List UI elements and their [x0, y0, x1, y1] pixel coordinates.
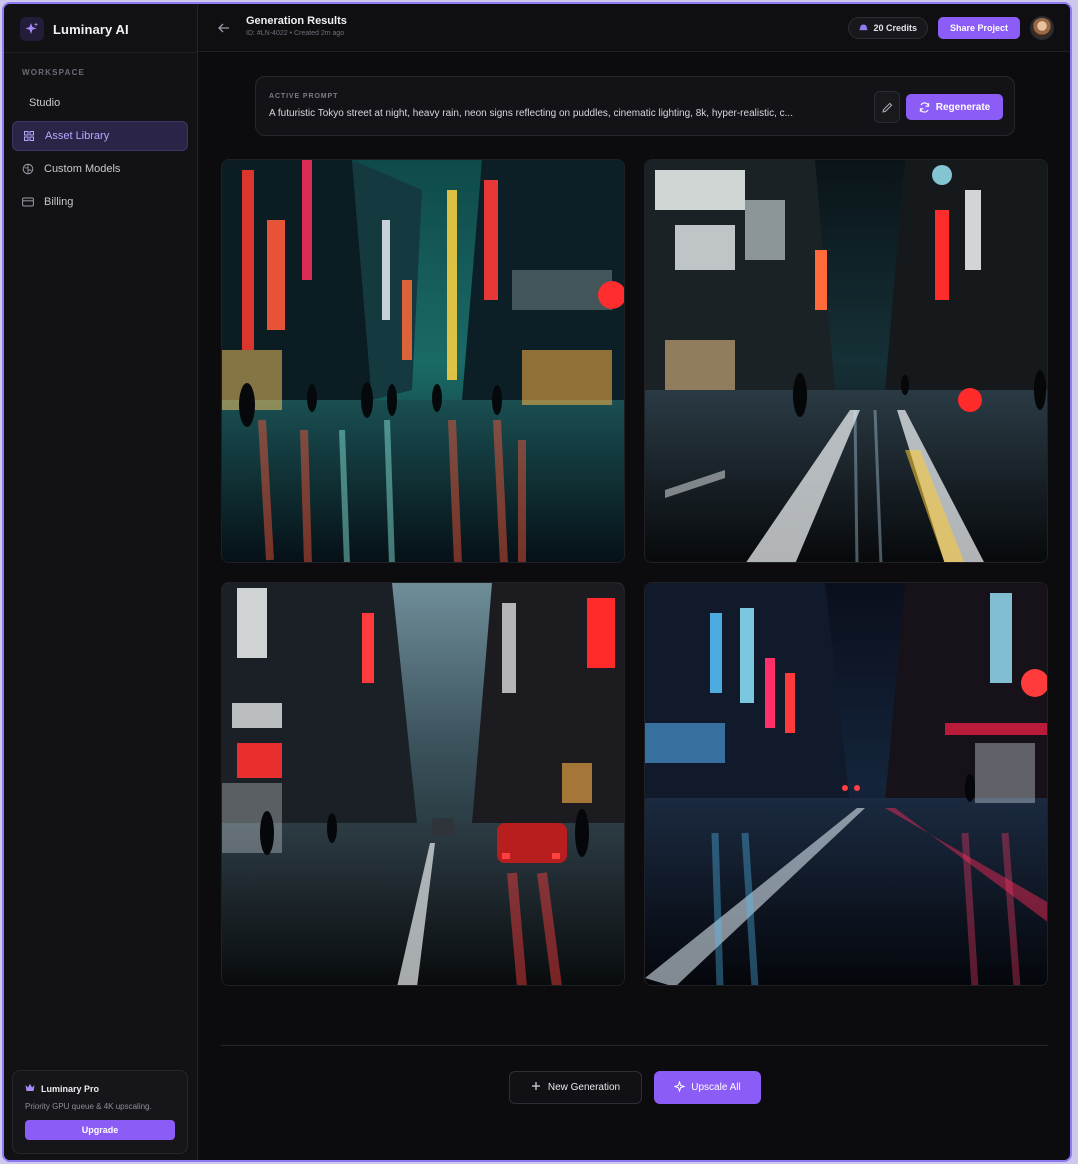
- pro-upsell-card: Luminary Pro Priority GPU queue & 4K ups…: [12, 1070, 188, 1154]
- crown-icon: [25, 1083, 35, 1094]
- share-project-button[interactable]: Share Project: [938, 17, 1020, 39]
- sparkle-icon: [20, 17, 44, 41]
- card-icon: [22, 196, 34, 208]
- sidebar-item-custom-models[interactable]: Custom Models: [12, 154, 188, 184]
- new-generation-label: New Generation: [547, 1082, 621, 1093]
- generated-image-3[interactable]: [221, 582, 625, 986]
- regenerate-label: Regenerate: [935, 101, 991, 113]
- avatar[interactable]: [1030, 16, 1054, 40]
- upscale-all-button[interactable]: Upscale All: [654, 1071, 761, 1104]
- sidebar: Luminary AI WORKSPACE Studio Asset Libra…: [4, 4, 198, 1160]
- section-label: WORKSPACE: [22, 68, 86, 77]
- upgrade-button[interactable]: Upgrade: [25, 1120, 175, 1140]
- sidebar-item-label: Custom Models: [44, 163, 121, 175]
- grid-icon: [23, 130, 35, 142]
- brand-name: Luminary AI: [53, 21, 129, 37]
- credits-badge[interactable]: 20 Credits: [848, 17, 928, 39]
- upscale-all-label: Upscale All: [691, 1082, 741, 1093]
- generated-image-1[interactable]: [221, 159, 625, 563]
- regenerate-button[interactable]: Regenerate: [906, 94, 1003, 120]
- brand[interactable]: Luminary AI: [20, 16, 129, 42]
- sidebar-item-studio[interactable]: Studio: [12, 88, 188, 118]
- top-header: Generation Results ID: #LN-4022 • Create…: [198, 4, 1070, 52]
- sidebar-item-asset-library[interactable]: Asset Library: [12, 121, 188, 151]
- plus-icon: [531, 1081, 541, 1094]
- sidebar-item-billing[interactable]: Billing: [12, 187, 188, 217]
- generated-image-2[interactable]: [644, 159, 1048, 563]
- sidebar-item-label: Billing: [44, 196, 74, 208]
- app-window: Luminary AI WORKSPACE Studio Asset Libra…: [2, 2, 1072, 1162]
- new-generation-button[interactable]: New Generation: [509, 1071, 642, 1104]
- generated-image-4[interactable]: [644, 582, 1048, 986]
- prompt-bar: ACTIVE PROMPT A futuristic Tokyo street …: [255, 76, 1015, 136]
- footer-divider: [221, 1045, 1048, 1046]
- sidebar-divider: [4, 52, 197, 53]
- brain-icon: [22, 163, 34, 175]
- edit-prompt-button[interactable]: [874, 91, 900, 123]
- page-title: Generation Results: [246, 15, 347, 27]
- sparkle-icon: [673, 1079, 687, 1095]
- prompt-label: ACTIVE PROMPT: [269, 93, 339, 100]
- refresh-icon: [919, 101, 929, 113]
- coins-icon: [859, 23, 868, 33]
- sidebar-item-label: Studio: [29, 97, 61, 109]
- sidebar-item-label: Asset Library: [45, 130, 110, 142]
- pro-description: Priority GPU queue & 4K upscaling.: [25, 1102, 152, 1111]
- credits-text: 20 Credits: [873, 23, 917, 33]
- pencil-icon: [881, 102, 892, 113]
- page-subtitle: ID: #LN-4022 • Created 2m ago: [246, 30, 345, 37]
- pro-title-text: Luminary Pro: [41, 1083, 100, 1094]
- prompt-text[interactable]: A futuristic Tokyo street at night, heav…: [269, 108, 859, 119]
- sidebar-nav: Studio Asset Library Custom Models Billi…: [12, 88, 188, 220]
- back-arrow-icon[interactable]: [214, 18, 234, 38]
- pro-title: Luminary Pro: [25, 1083, 175, 1094]
